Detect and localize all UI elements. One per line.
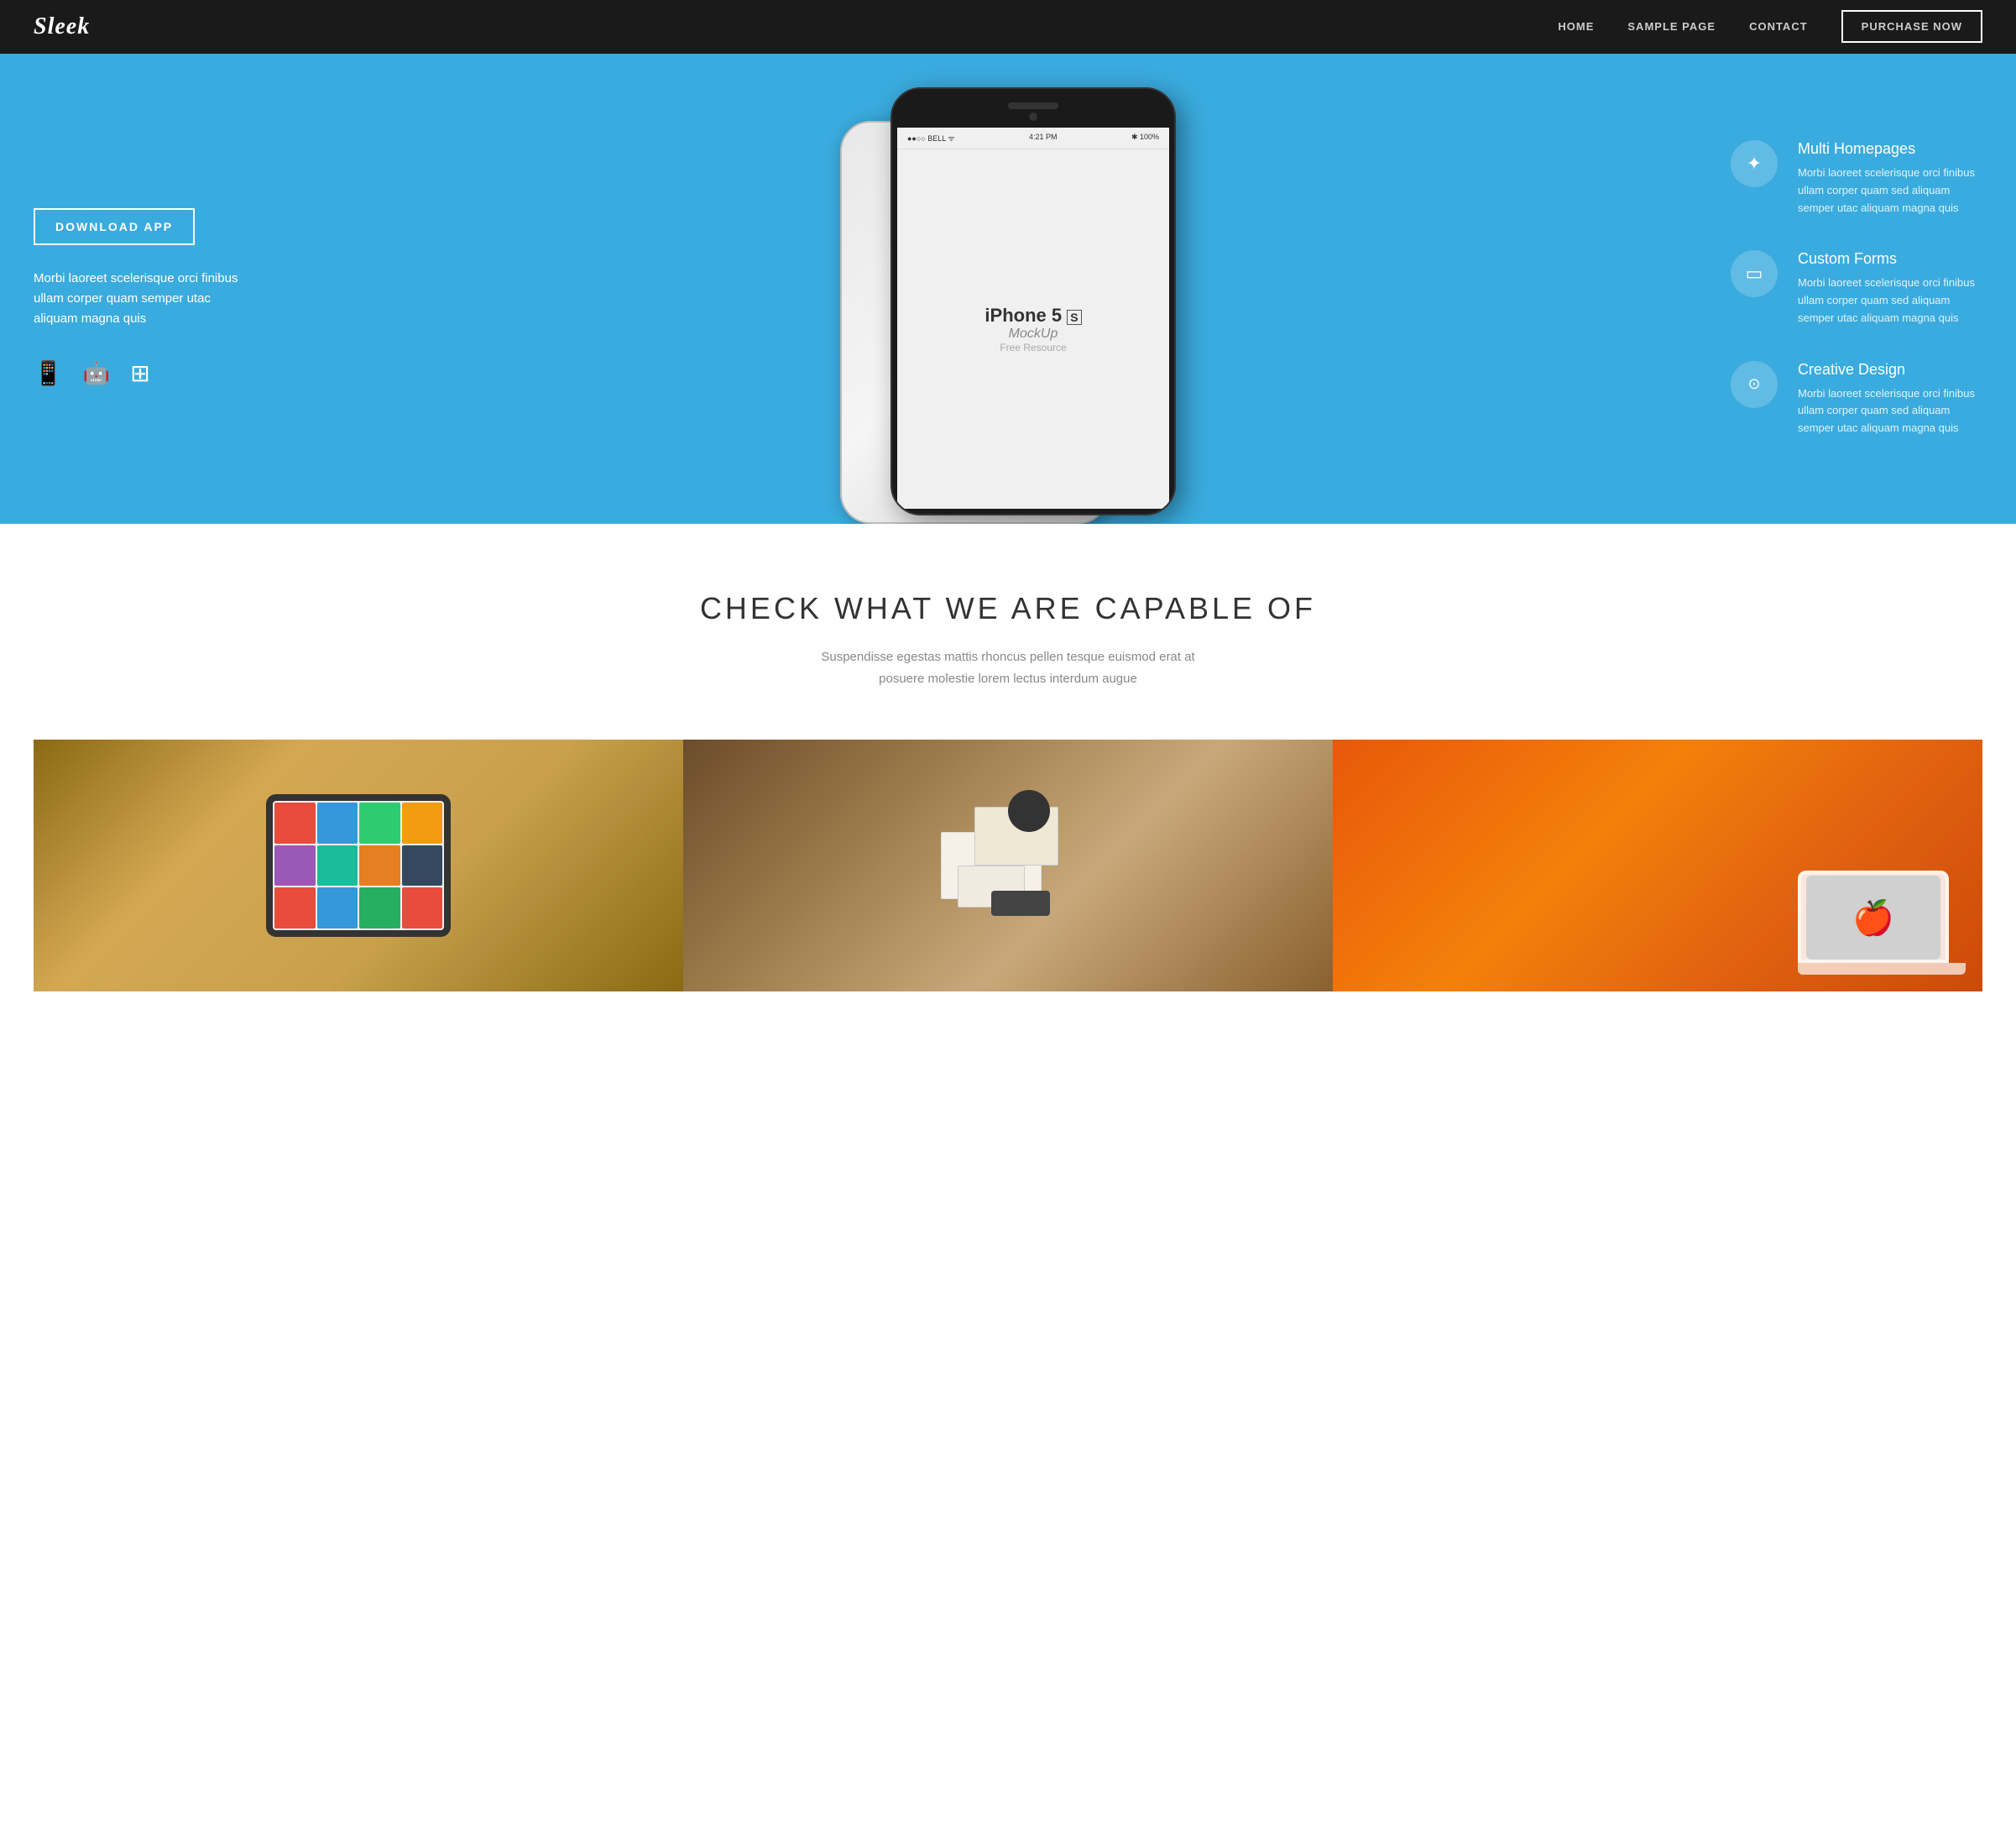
purchase-now-button[interactable]: PURCHASE NOW [1841,10,1982,43]
nav-link-contact[interactable]: CONTACT [1749,20,1808,33]
phone-content: iPhone 5 S MockUp Free Resource [897,149,1169,509]
portfolio-grid: 🍎 [34,740,1982,991]
tile-3 [359,803,400,844]
tablet-screen-grid [273,801,444,930]
tile-2 [317,803,358,844]
phone-model-variant: S [1067,310,1081,325]
tile-4 [402,803,443,844]
feature-custom-forms: ▭ Custom Forms Morbi laoreet scelerisque… [1731,250,1982,327]
creative-design-text: Creative Design Morbi laoreet scelerisqu… [1798,361,1982,437]
creative-design-title: Creative Design [1798,361,1982,379]
phone-battery: ✱ 100% [1131,133,1159,144]
phone-model-name: iPhone 5 S [984,305,1081,327]
phone-mockup-container: ●●○○ BELL ᯤ 4:21 PM ✱ 100% iPhone 5 S Mo… [823,87,1176,524]
phone-camera [1029,112,1037,121]
laptop-base [1798,963,1966,975]
hero-description: Morbi laoreet scelerisque orci finibus u… [34,269,252,329]
navbar: Sleek HOME SAMPLE PAGE CONTACT PURCHASE … [0,0,2016,54]
site-logo[interactable]: Sleek [34,13,90,40]
hero-section: DOWNLOAD APP Morbi laoreet scelerisque o… [0,54,2016,524]
multi-homepages-text: Multi Homepages Morbi laoreet scelerisqu… [1798,140,1982,217]
ios-icon[interactable]: 📱 [34,359,63,387]
custom-forms-text: Custom Forms Morbi laoreet scelerisque o… [1798,250,1982,327]
office-display: 🍎 [1798,871,1966,975]
multi-homepages-desc: Morbi laoreet scelerisque orci finibus u… [1798,165,1982,217]
custom-forms-icon: ▭ [1731,250,1778,297]
phone-free-label: Free Resource [1000,342,1066,353]
custom-forms-desc: Morbi laoreet scelerisque orci finibus u… [1798,275,1982,327]
stationery-display [924,782,1092,949]
phone-carrier: ●●○○ BELL ᯤ [907,133,955,144]
tablet-mockup [266,794,451,937]
nav-link-home[interactable]: HOME [1558,20,1594,33]
feature-multi-homepages: ✦ Multi Homepages Morbi laoreet sceleris… [1731,140,1982,217]
hero-right: ✦ Multi Homepages Morbi laoreet sceleris… [1714,54,2016,524]
stationery-dark-item [991,891,1050,916]
phone-screen: ●●○○ BELL ᯤ 4:21 PM ✱ 100% iPhone 5 S Mo… [897,128,1169,509]
tile-5 [274,845,316,887]
platform-icons: 📱 🤖 ⊞ [34,359,252,387]
creative-design-desc: Morbi laoreet scelerisque orci finibus u… [1798,385,1982,437]
capabilities-section: CHECK WHAT WE ARE CAPABLE OF Suspendisse… [0,524,2016,1059]
feature-creative-design: ⊙ Creative Design Morbi laoreet sceleris… [1731,361,1982,437]
nav-links: HOME SAMPLE PAGE CONTACT PURCHASE NOW [1558,19,1982,34]
portfolio-item-stationery[interactable] [683,740,1333,991]
capabilities-heading: CHECK WHAT WE ARE CAPABLE OF [34,591,1982,626]
android-icon[interactable]: 🤖 [83,360,110,386]
tile-9 [274,887,316,928]
custom-forms-title: Custom Forms [1798,250,1982,268]
phone-status-bar: ●●○○ BELL ᯤ 4:21 PM ✱ 100% [897,128,1169,149]
tile-12 [402,887,443,928]
capabilities-subtext-2: posuere molestie lorem lectus interdum a… [34,668,1982,690]
nav-link-sample-page[interactable]: SAMPLE PAGE [1627,20,1716,33]
phone-time: 4:21 PM [1029,133,1058,144]
tile-8 [402,845,443,887]
multi-homepages-title: Multi Homepages [1798,140,1982,158]
download-app-button[interactable]: DOWNLOAD APP [34,208,195,245]
phone-mockup-label: MockUp [1009,327,1058,342]
nav-item-home[interactable]: HOME [1558,19,1594,34]
multi-homepages-icon: ✦ [1731,140,1778,187]
phone-speaker [1008,102,1058,109]
nav-item-sample-page[interactable]: SAMPLE PAGE [1627,19,1716,34]
tile-1 [274,803,316,844]
laptop-screen: 🍎 [1798,871,1949,963]
tile-7 [359,845,400,887]
phone-front-device: ●●○○ BELL ᯤ 4:21 PM ✱ 100% iPhone 5 S Mo… [890,87,1176,515]
hero-left: DOWNLOAD APP Morbi laoreet scelerisque o… [0,54,285,524]
hero-center: ●●○○ BELL ᯤ 4:21 PM ✱ 100% iPhone 5 S Mo… [285,54,1714,524]
tile-6 [317,845,358,887]
nav-item-contact[interactable]: CONTACT [1749,19,1808,34]
creative-design-icon: ⊙ [1731,361,1778,408]
nav-item-purchase[interactable]: PURCHASE NOW [1841,19,1982,34]
stationery-round-object [1008,790,1050,832]
windows-icon[interactable]: ⊞ [130,359,149,387]
tile-11 [359,887,400,928]
portfolio-item-office[interactable]: 🍎 [1333,740,1982,991]
portfolio-item-tablet[interactable] [34,740,683,991]
capabilities-subtext-1: Suspendisse egestas mattis rhoncus pelle… [34,646,1982,668]
tile-10 [317,887,358,928]
